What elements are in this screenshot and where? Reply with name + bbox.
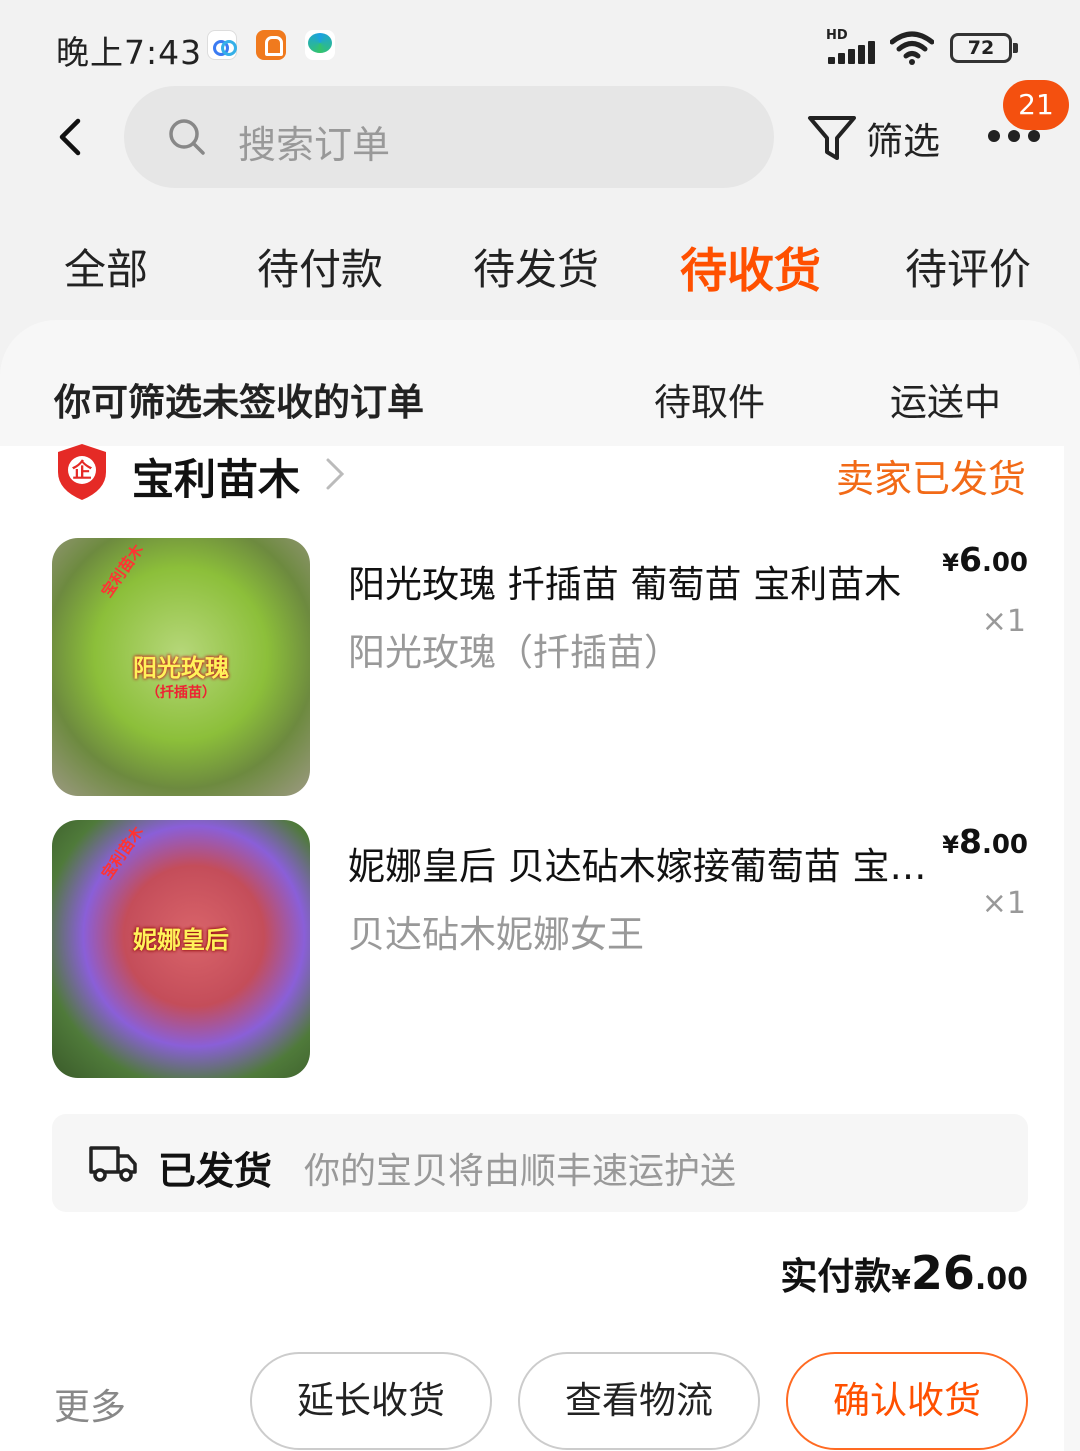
search-placeholder: 搜索订单 bbox=[238, 123, 391, 167]
tab-all[interactable]: 全部 bbox=[64, 236, 148, 297]
filter-button[interactable]: 筛选 bbox=[806, 110, 940, 166]
product-quantity: ×1 bbox=[981, 604, 1026, 639]
product-sku: 阳光玫瑰（扦插苗） bbox=[348, 631, 681, 674]
view-logistics-button[interactable]: 查看物流 bbox=[518, 1352, 760, 1450]
battery-icon: 72 bbox=[950, 33, 1018, 63]
back-arrow-icon[interactable] bbox=[52, 117, 92, 157]
product-title[interactable]: 妮娜皇后 贝达砧木嫁接葡萄苗 宝利苗木 bbox=[348, 836, 928, 890]
tab-pending-payment[interactable]: 待付款 bbox=[257, 236, 383, 297]
more-actions-link[interactable]: 更多 bbox=[54, 1378, 126, 1430]
notification-badge: 21 bbox=[1003, 80, 1069, 130]
total-paid: 实付款¥26.00 bbox=[780, 1246, 1028, 1300]
shipping-status-bar[interactable]: 已发货 你的宝贝将由顺丰速运护送 bbox=[52, 1114, 1028, 1212]
status-time: 晚上7:43 bbox=[56, 33, 203, 72]
shipping-label: 已发货 bbox=[158, 1149, 273, 1193]
shop-name[interactable]: 宝利苗木 bbox=[132, 446, 300, 507]
product-image-sublabel: （扦插苗） bbox=[146, 685, 216, 701]
chip-in-transit[interactable]: 运送中 bbox=[890, 372, 1001, 426]
order-item: 企 宝利苗木 卖家已发货 阳光玫瑰 （扦插苗） 宝利苗木 阳光玫瑰 扦插苗 葡萄… bbox=[0, 444, 1064, 1451]
order-status: 卖家已发货 bbox=[835, 457, 1026, 501]
truck-icon bbox=[89, 1146, 137, 1182]
filter-label: 筛选 bbox=[866, 120, 940, 163]
extend-receipt-button[interactable]: 延长收货 bbox=[250, 1352, 492, 1450]
product-image-label: 妮娜皇后 bbox=[133, 926, 229, 954]
network-type-label: HD bbox=[826, 28, 848, 43]
order-tabs: 全部 待付款 待发货 待收货 待评价 bbox=[0, 236, 1080, 306]
shop-row: 企 宝利苗木 卖家已发货 bbox=[54, 444, 1034, 507]
product-price: ¥6.00 bbox=[942, 540, 1028, 579]
filter-funnel-icon bbox=[808, 116, 856, 160]
orange-app-icon bbox=[256, 30, 286, 60]
sub-filter-title: 你可筛选未签收的订单 bbox=[54, 381, 424, 424]
china-mobile-icon bbox=[305, 30, 335, 60]
shipping-description: 你的宝贝将由顺丰速运护送 bbox=[304, 1151, 737, 1192]
search-input[interactable]: 搜索订单 bbox=[124, 86, 774, 188]
product-row[interactable]: 妮娜皇后 宝利苗木 妮娜皇后 贝达砧木嫁接葡萄苗 宝利苗木 贝达砧木妮娜女王 ¥… bbox=[52, 820, 1032, 1080]
tab-pending-shipment[interactable]: 待发货 bbox=[473, 236, 599, 297]
status-bar: 晚上7:43 HD 72 bbox=[0, 0, 1080, 90]
image-watermark: 宝利苗木 bbox=[97, 823, 148, 883]
search-icon bbox=[169, 119, 205, 155]
wifi-icon bbox=[890, 31, 934, 65]
chevron-right-icon bbox=[326, 458, 345, 490]
product-title[interactable]: 阳光玫瑰 扦插苗 葡萄苗 宝利苗木 bbox=[348, 554, 928, 608]
product-row[interactable]: 阳光玫瑰 （扦插苗） 宝利苗木 阳光玫瑰 扦插苗 葡萄苗 宝利苗木 阳光玫瑰（扦… bbox=[52, 538, 1032, 798]
order-card-container: 你可筛选未签收的订单 待取件 运送中 企 宝利苗木 卖家已发货 阳光玫瑰 （扦插… bbox=[0, 320, 1080, 1451]
sub-filter-bar: 你可筛选未签收的订单 待取件 运送中 bbox=[0, 320, 1080, 446]
tab-pending-review[interactable]: 待评价 bbox=[905, 236, 1031, 297]
product-sku: 贝达砧木妮娜女王 bbox=[348, 913, 644, 956]
image-watermark: 宝利苗木 bbox=[97, 541, 148, 601]
product-image[interactable]: 妮娜皇后 宝利苗木 bbox=[52, 820, 310, 1078]
product-quantity: ×1 bbox=[981, 886, 1026, 921]
svg-text:企: 企 bbox=[71, 458, 93, 482]
enterprise-shield-icon: 企 bbox=[58, 444, 106, 500]
confirm-receipt-button[interactable]: 确认收货 bbox=[786, 1352, 1028, 1450]
baidu-cloud-icon bbox=[207, 30, 237, 60]
product-image[interactable]: 阳光玫瑰 （扦插苗） 宝利苗木 bbox=[52, 538, 310, 796]
product-image-label: 阳光玫瑰 bbox=[133, 654, 229, 682]
product-price: ¥8.00 bbox=[942, 822, 1028, 861]
signal-icon bbox=[828, 41, 876, 64]
tab-pending-receipt[interactable]: 待收货 bbox=[680, 232, 821, 301]
chip-awaiting-pickup[interactable]: 待取件 bbox=[654, 372, 765, 426]
